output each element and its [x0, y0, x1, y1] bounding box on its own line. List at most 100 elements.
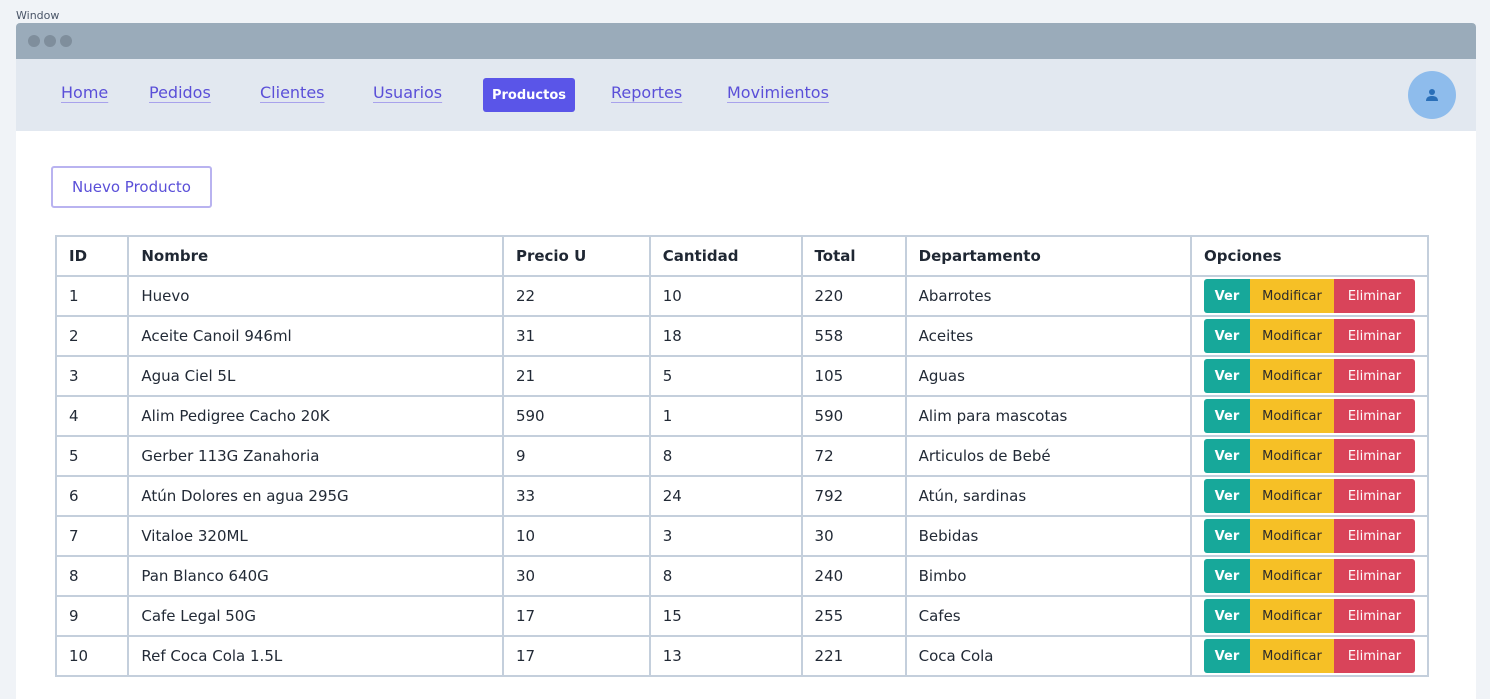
- edit-button[interactable]: Modificar: [1249, 519, 1334, 553]
- new-product-button[interactable]: Nuevo Producto: [51, 166, 212, 208]
- view-button[interactable]: Ver: [1203, 559, 1250, 593]
- table-row: 3 Agua Ciel 5L 21 5 105 Aguas Ver Modifi…: [54, 355, 1430, 397]
- edit-button[interactable]: Modificar: [1249, 599, 1334, 633]
- cell-opciones: Ver Modificar Eliminar: [1189, 315, 1430, 357]
- cell-nombre: Atún Dolores en agua 295G: [127, 475, 504, 517]
- delete-button[interactable]: Eliminar: [1333, 519, 1415, 553]
- cell-opciones: Ver Modificar Eliminar: [1189, 395, 1430, 437]
- cell-departamento: Articulos de Bebé: [904, 435, 1192, 477]
- edit-button[interactable]: Modificar: [1249, 319, 1334, 353]
- user-avatar-button[interactable]: [1408, 71, 1456, 119]
- nav-link-movimientos[interactable]: Movimientos: [727, 83, 829, 102]
- cell-precio: 17: [501, 635, 651, 677]
- edit-button[interactable]: Modificar: [1249, 559, 1334, 593]
- cell-total: 105: [800, 355, 907, 397]
- cell-opciones: Ver Modificar Eliminar: [1189, 355, 1430, 397]
- cell-opciones: Ver Modificar Eliminar: [1189, 515, 1430, 557]
- table-row: 10 Ref Coca Cola 1.5L 17 13 221 Coca Col…: [54, 635, 1430, 677]
- delete-button[interactable]: Eliminar: [1333, 319, 1415, 353]
- view-button[interactable]: Ver: [1203, 519, 1250, 553]
- view-button[interactable]: Ver: [1203, 279, 1250, 313]
- view-button[interactable]: Ver: [1203, 479, 1250, 513]
- column-header-precio: Precio U: [501, 235, 651, 277]
- view-button[interactable]: Ver: [1203, 359, 1250, 393]
- cell-cantidad: 8: [648, 435, 803, 477]
- cell-nombre: Cafe Legal 50G: [127, 595, 504, 637]
- row-actions: Ver Modificar Eliminar: [1203, 479, 1415, 513]
- cell-cantidad: 13: [648, 635, 803, 677]
- app-window: Home Pedidos Clientes Usuarios Productos…: [16, 23, 1476, 699]
- column-header-opciones: Opciones: [1189, 235, 1430, 277]
- edit-button[interactable]: Modificar: [1249, 279, 1334, 313]
- nav-link-productos[interactable]: Productos: [483, 78, 575, 112]
- edit-button[interactable]: Modificar: [1249, 479, 1334, 513]
- cell-total: 792: [800, 475, 907, 517]
- delete-button[interactable]: Eliminar: [1333, 559, 1415, 593]
- cell-nombre: Gerber 113G Zanahoria: [127, 435, 504, 477]
- cell-opciones: Ver Modificar Eliminar: [1189, 635, 1430, 677]
- cell-total: 221: [800, 635, 907, 677]
- cell-cantidad: 8: [648, 555, 803, 597]
- cell-precio: 21: [501, 355, 651, 397]
- cell-cantidad: 24: [648, 475, 803, 517]
- cell-id: 10: [54, 635, 130, 677]
- cell-id: 8: [54, 555, 130, 597]
- main-content: Nuevo Producto ID Nombre Precio U Cantid…: [16, 131, 1476, 699]
- cell-total: 240: [800, 555, 907, 597]
- delete-button[interactable]: Eliminar: [1333, 399, 1415, 433]
- window-dot-icon: [60, 35, 72, 47]
- delete-button[interactable]: Eliminar: [1333, 599, 1415, 633]
- view-button[interactable]: Ver: [1203, 319, 1250, 353]
- cell-id: 2: [54, 315, 130, 357]
- nav-link-usuarios[interactable]: Usuarios: [373, 83, 442, 102]
- cell-id: 5: [54, 435, 130, 477]
- delete-button[interactable]: Eliminar: [1333, 279, 1415, 313]
- nav-link-clientes[interactable]: Clientes: [260, 83, 325, 102]
- row-actions: Ver Modificar Eliminar: [1203, 639, 1415, 673]
- delete-button[interactable]: Eliminar: [1333, 479, 1415, 513]
- nav-link-reportes[interactable]: Reportes: [611, 83, 682, 102]
- cell-precio: 17: [501, 595, 651, 637]
- cell-precio: 31: [501, 315, 651, 357]
- cell-id: 7: [54, 515, 130, 557]
- cell-departamento: Coca Cola: [904, 635, 1192, 677]
- delete-button[interactable]: Eliminar: [1333, 439, 1415, 473]
- cell-opciones: Ver Modificar Eliminar: [1189, 475, 1430, 517]
- cell-nombre: Ref Coca Cola 1.5L: [127, 635, 504, 677]
- cell-departamento: Cafes: [904, 595, 1192, 637]
- delete-button[interactable]: Eliminar: [1333, 639, 1415, 673]
- cell-departamento: Bimbo: [904, 555, 1192, 597]
- cell-cantidad: 1: [648, 395, 803, 437]
- view-button[interactable]: Ver: [1203, 399, 1250, 433]
- edit-button[interactable]: Modificar: [1249, 439, 1334, 473]
- cell-nombre: Pan Blanco 640G: [127, 555, 504, 597]
- edit-button[interactable]: Modificar: [1249, 399, 1334, 433]
- cell-id: 9: [54, 595, 130, 637]
- edit-button[interactable]: Modificar: [1249, 359, 1334, 393]
- cell-opciones: Ver Modificar Eliminar: [1189, 555, 1430, 597]
- table-row: 4 Alim Pedigree Cacho 20K 590 1 590 Alim…: [54, 395, 1430, 437]
- cell-total: 558: [800, 315, 907, 357]
- edit-button[interactable]: Modificar: [1249, 639, 1334, 673]
- row-actions: Ver Modificar Eliminar: [1203, 279, 1415, 313]
- cell-cantidad: 10: [648, 275, 803, 317]
- row-actions: Ver Modificar Eliminar: [1203, 519, 1415, 553]
- products-table: ID Nombre Precio U Cantidad Total Depart…: [54, 235, 1430, 677]
- row-actions: Ver Modificar Eliminar: [1203, 319, 1415, 353]
- column-header-total: Total: [800, 235, 907, 277]
- view-button[interactable]: Ver: [1203, 439, 1250, 473]
- cell-opciones: Ver Modificar Eliminar: [1189, 275, 1430, 317]
- cell-opciones: Ver Modificar Eliminar: [1189, 595, 1430, 637]
- view-button[interactable]: Ver: [1203, 599, 1250, 633]
- nav-link-pedidos[interactable]: Pedidos: [149, 83, 211, 102]
- nav-link-home[interactable]: Home: [61, 83, 108, 102]
- table-row: 2 Aceite Canoil 946ml 31 18 558 Aceites …: [54, 315, 1430, 357]
- delete-button[interactable]: Eliminar: [1333, 359, 1415, 393]
- row-actions: Ver Modificar Eliminar: [1203, 399, 1415, 433]
- cell-cantidad: 18: [648, 315, 803, 357]
- cell-id: 1: [54, 275, 130, 317]
- view-button[interactable]: Ver: [1203, 639, 1250, 673]
- cell-nombre: Agua Ciel 5L: [127, 355, 504, 397]
- cell-cantidad: 3: [648, 515, 803, 557]
- cell-opciones: Ver Modificar Eliminar: [1189, 435, 1430, 477]
